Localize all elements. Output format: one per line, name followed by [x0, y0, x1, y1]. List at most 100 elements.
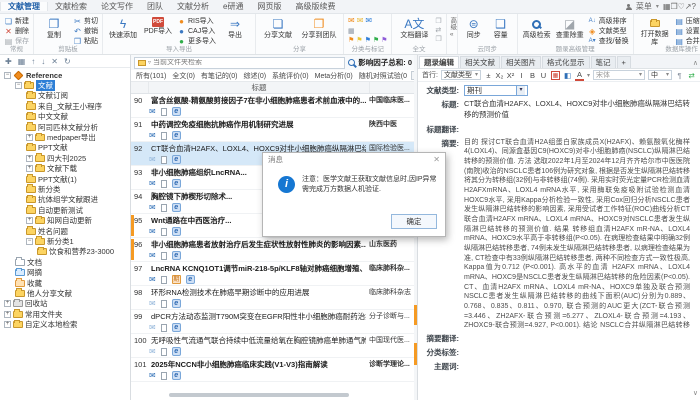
note-icon[interactable] [160, 107, 167, 116]
tree-item[interactable]: 阿司匹林文献分析 [0, 122, 130, 132]
ris-import-button[interactable]: ● RIS导入 [177, 17, 216, 26]
fulltext-link-icon[interactable]: e [171, 323, 181, 332]
tree-item[interactable]: + 自定义本地检索 [0, 319, 130, 329]
envelope-icon[interactable]: ✉ [149, 203, 156, 212]
set-password-button[interactable]: ▤设置密码 [675, 27, 700, 36]
envelope-icon[interactable]: ✉ [149, 179, 156, 188]
titlebar-icon[interactable]: ▦ [663, 2, 671, 11]
ribbon-tab[interactable]: 文献分析 [170, 2, 216, 11]
caj-import-button[interactable]: ● CAJ导入 [177, 27, 216, 36]
collapsed-group-advanced[interactable]: 高级 « [447, 14, 458, 54]
ribbon-tab[interactable]: 论文写作 [94, 2, 140, 11]
envelope-icon[interactable]: ✉ [149, 299, 156, 308]
sidebar-tool-icon[interactable]: ✕ [51, 57, 58, 66]
tree-item[interactable]: 新分类 [0, 184, 130, 194]
tag-grid-icon[interactable]: ▦ [348, 27, 355, 35]
envelope-icon[interactable]: ✉ [149, 371, 156, 380]
expand-toggle[interactable]: + [4, 321, 11, 329]
user-icon[interactable] [625, 3, 632, 10]
quick-add-button[interactable]: ϟ 快速添加 [107, 16, 139, 40]
abstract-field-value[interactable]: 目的 探讨CT联合血清H2A组蛋白家族成员X(H2AFX)、赖氨酸氧化酶样4(L… [464, 138, 690, 330]
detail-tab[interactable]: 相关图片 [501, 56, 542, 68]
tree-item[interactable]: + 知网自动更新 [0, 215, 130, 225]
note-icon[interactable] [160, 203, 167, 212]
detail-tab[interactable]: 相关文献 [460, 56, 501, 68]
font-color-icon[interactable]: A [574, 70, 584, 81]
reference-row[interactable]: 91 中药调控免疫细胞抗肺癌作用机制研究进展 陕西中医 ✉ e [131, 118, 418, 142]
fulltext-extra-icon[interactable]: ❒ [435, 35, 441, 43]
undo-button[interactable]: ↶ 撤销 [73, 27, 98, 36]
filter-tab[interactable]: 全文(0) [169, 71, 198, 81]
envelope-icon[interactable]: ✉ [149, 323, 156, 332]
delete-button[interactable]: ✕ 删除 [4, 27, 29, 36]
titlebar-icon[interactable]: ♡ [678, 2, 685, 11]
dialog-ok-button[interactable]: 确定 [391, 214, 437, 229]
reference-row[interactable]: 97 LncRNA KCNQ1OT1调节miR-218-5p/KLF8轴对肺癌细… [131, 262, 418, 286]
tag-envelope-icon[interactable]: ✉ [348, 16, 355, 25]
reference-row[interactable]: 90 富含丝氨酸-精氨酸剪接因子7在非小细胞肺癌患者术前血液中的... 中国临床… [131, 94, 418, 118]
envelope-icon[interactable]: ✉ [149, 107, 156, 116]
title-trans-value[interactable] [464, 124, 690, 135]
fulltext-extra-icon[interactable]: ⇄ [435, 26, 441, 34]
reference-row[interactable]: 101 2025年NCCN非小细胞肺癌临床实践(V1-V3)指南解读 诊断学理论… [131, 358, 418, 382]
note-icon[interactable] [160, 323, 167, 332]
advanced-sort-button[interactable]: A↓ 高级排序 [588, 17, 629, 26]
envelope-icon[interactable]: ✉ [149, 275, 156, 284]
format-icon[interactable]: ± [484, 71, 493, 80]
envelope-icon[interactable]: ✉ [149, 251, 156, 260]
type-select[interactable]: 期刊 ▾ [464, 85, 529, 96]
filter-tab[interactable]: 随机对照试验(0 [356, 71, 410, 81]
tree-item[interactable]: 饮食和营养23-3000 [0, 246, 130, 257]
tree-item[interactable]: 来自_文献王小程序 [0, 101, 130, 111]
format-icon[interactable]: X₂ [495, 71, 504, 80]
sidebar-tool-icon[interactable]: ↓ [41, 57, 45, 66]
refresh-fields-icon[interactable]: ⇄ [687, 71, 696, 80]
tags-field-value[interactable] [464, 347, 690, 358]
expand-toggle[interactable]: + [26, 154, 33, 162]
ribbon-tab[interactable]: 网页版 [250, 2, 288, 11]
fulltext-link-icon[interactable]: e [171, 155, 181, 164]
expand-toggle[interactable]: + [4, 300, 11, 308]
title-field-value[interactable]: CT联合血清H2AFX、LOXL4、HOXC9对非小细胞肺癌纵隔淋巴结转移的预测… [464, 99, 690, 121]
tree-item[interactable]: 中文文献 [0, 111, 130, 122]
expand-toggle[interactable]: − [15, 82, 22, 90]
note-icon[interactable] [160, 299, 167, 308]
tag-envelope-icon[interactable]: ✉ [365, 16, 372, 25]
note-icon[interactable] [160, 131, 167, 140]
abstract-trans-value[interactable] [464, 333, 690, 344]
filter-tab[interactable]: Meta分析(0) [312, 71, 356, 81]
note-icon[interactable] [160, 371, 167, 380]
format-icon[interactable]: I [517, 71, 526, 80]
dedup-button[interactable]: ◪ 查重除重 [555, 16, 585, 40]
share-team-button[interactable]: ❐ 分享到团队 [299, 16, 339, 40]
reference-row[interactable]: 98 环形RNA检测技术在肺癌早期诊断中的应用进展 临床肺科杂志 ✉ e [131, 286, 418, 310]
sidebar-tool-icon[interactable]: ▦ [18, 57, 26, 66]
format-icon[interactable]: X² [506, 71, 515, 80]
tree-item[interactable]: 文献订阅 [0, 90, 130, 101]
envelope-icon[interactable]: ✉ [149, 131, 156, 140]
fulltext-link-icon[interactable]: e [171, 299, 181, 308]
tree-item[interactable]: + 四大刊2025 [0, 153, 130, 163]
detail-tab[interactable]: 笔记 [590, 56, 616, 68]
format-icon[interactable]: B [528, 71, 537, 80]
dialog-titlebar[interactable]: 消息 ✕ [263, 153, 445, 166]
expand-toggle[interactable]: − [26, 237, 33, 245]
format-icon[interactable]: U [539, 71, 548, 80]
scroll-down-icon[interactable]: ∨ [693, 389, 698, 397]
cut-button[interactable]: ✂ 剪切 [73, 17, 98, 26]
share-doc-button[interactable]: ❏ 分享文献 [260, 16, 296, 40]
horizontal-scrollbar[interactable] [169, 393, 350, 397]
font-select[interactable]: 宋体 ▾ [593, 70, 645, 80]
note-icon[interactable] [160, 155, 167, 164]
fulltext-link-icon[interactable]: e [171, 203, 181, 212]
fulltext-link-icon[interactable]: e [171, 251, 181, 260]
note-icon[interactable] [160, 179, 167, 188]
titlebar-icon[interactable]: ? [692, 2, 696, 11]
expand-toggle[interactable]: + [4, 310, 11, 318]
tree-item[interactable]: + 常用文件夹 [0, 309, 130, 319]
filter-tab[interactable]: 综述(0) [240, 71, 269, 81]
fulltext-link-icon[interactable]: e [185, 275, 195, 284]
envelope-icon[interactable]: ✉ [149, 347, 156, 356]
dialog-close-icon[interactable]: ✕ [433, 155, 440, 164]
filter-tab[interactable]: 所有(101) [133, 71, 169, 81]
